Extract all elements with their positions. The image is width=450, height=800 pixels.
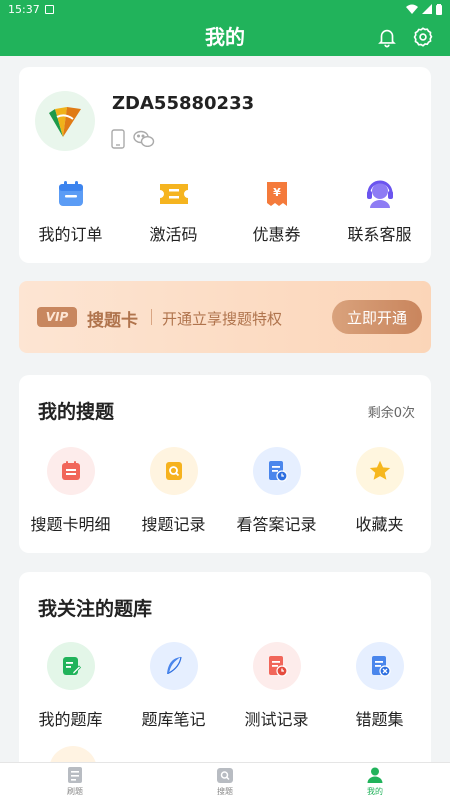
practice-icon xyxy=(68,767,82,783)
search-card-detail-label: 搜题卡明细 xyxy=(30,515,111,534)
vip-description: 开通立享搜题特权 xyxy=(162,310,283,328)
search-record-icon xyxy=(165,462,182,480)
vip-divider xyxy=(151,309,152,325)
app-logo-icon xyxy=(49,107,81,137)
library-notes-button[interactable]: 题库笔记 xyxy=(124,642,224,730)
search-grid: 搜题卡明细 搜题记录 看答案记录 收藏夹 xyxy=(19,447,431,535)
wechat-icon[interactable] xyxy=(133,130,155,148)
wrong-questions-label: 错题集 xyxy=(355,710,404,729)
quick-actions: 我的订单 激活码 ¥ 优惠券 联系客服 xyxy=(19,177,431,245)
open-vip-button[interactable]: 立即开通 xyxy=(332,300,422,334)
my-library-button[interactable]: 我的题库 xyxy=(21,642,121,730)
test-record-button[interactable]: 测试记录 xyxy=(227,642,327,730)
library-grid: 我的题库 题库笔记 测试记录 错题集 xyxy=(19,642,431,730)
activation-code-button[interactable]: 激活码 xyxy=(124,177,224,245)
phone-icon[interactable] xyxy=(111,129,125,149)
my-library-icon xyxy=(62,657,81,675)
svg-text:¥: ¥ xyxy=(273,186,281,199)
my-orders-label: 我的订单 xyxy=(38,225,103,244)
answer-record-button[interactable]: 看答案记录 xyxy=(227,447,327,535)
bell-icon[interactable] xyxy=(376,26,398,48)
ticket-icon xyxy=(159,184,188,204)
search-record-button[interactable]: 搜题记录 xyxy=(124,447,224,535)
status-bar: 15:37 xyxy=(0,0,450,18)
my-library-label: 我的题库 xyxy=(38,710,103,729)
favorites-label: 收藏夹 xyxy=(355,515,404,534)
signal-icon xyxy=(422,4,432,14)
tab-mine[interactable]: 我的 xyxy=(300,763,450,800)
coupon-button[interactable]: ¥ 优惠券 xyxy=(227,177,327,245)
tab-search-label: 搜题 xyxy=(217,787,233,796)
status-time: 15:37 xyxy=(8,2,40,16)
app-bar: 我的 xyxy=(0,18,450,56)
vip-banner[interactable]: VIP 搜题卡 开通立享搜题特权 立即开通 xyxy=(19,281,431,353)
search-record-label: 搜题记录 xyxy=(141,515,206,534)
answer-record-label: 看答案记录 xyxy=(236,515,317,534)
section-title: 我的搜题 xyxy=(38,401,115,423)
search-tab-icon xyxy=(217,768,233,783)
tab-search[interactable]: 搜题 xyxy=(150,763,300,800)
activation-code-label: 激活码 xyxy=(149,225,198,244)
favorites-button[interactable]: 收藏夹 xyxy=(330,447,430,535)
contact-service-button[interactable]: 联系客服 xyxy=(330,177,430,245)
account-bindings xyxy=(111,129,155,149)
wrong-questions-button[interactable]: 错题集 xyxy=(330,642,430,730)
library-notes-label: 题库笔记 xyxy=(141,710,206,729)
gear-icon[interactable] xyxy=(412,26,434,48)
star-icon xyxy=(369,460,390,480)
tab-practice[interactable]: 刷题 xyxy=(0,763,150,800)
battery-icon xyxy=(436,3,442,15)
answer-record-icon xyxy=(268,461,288,482)
contact-service-label: 联系客服 xyxy=(347,225,412,244)
feather-icon xyxy=(166,656,182,674)
search-card-detail-button[interactable]: 搜题卡明细 xyxy=(21,447,121,535)
test-record-icon xyxy=(268,656,288,677)
wifi-icon xyxy=(406,4,418,14)
card-detail-icon xyxy=(61,461,80,480)
coupon-label: 优惠券 xyxy=(252,225,301,244)
tab-mine-label: 我的 xyxy=(367,787,383,796)
headset-icon xyxy=(366,180,393,208)
coupon-icon: ¥ xyxy=(266,182,287,206)
wrong-questions-icon xyxy=(371,656,391,677)
vip-badge: VIP xyxy=(37,307,77,327)
remaining-count: 剩余0次 xyxy=(367,406,415,421)
username: ZDA55880233 xyxy=(112,93,255,114)
my-search-card: 我的搜题 剩余0次 搜题卡明细 搜题记录 看答案记录 收藏夹 xyxy=(19,375,431,553)
notification-icon xyxy=(44,4,54,14)
section-title: 我关注的题库 xyxy=(38,598,153,620)
test-record-label: 测试记录 xyxy=(244,710,309,729)
followed-library-card: 我关注的题库 我的题库 题库笔记 测试记录 错题集 xyxy=(19,572,431,772)
user-icon xyxy=(367,767,383,783)
tab-practice-label: 刷题 xyxy=(67,787,83,796)
calendar-icon xyxy=(58,181,83,206)
bottom-tab-bar: 刷题 搜题 我的 xyxy=(0,762,450,800)
profile-card: ZDA55880233 我的订单 激活码 ¥ 优惠券 联系客服 xyxy=(19,67,431,263)
vip-title: 搜题卡 xyxy=(87,311,138,331)
my-orders-button[interactable]: 我的订单 xyxy=(21,177,121,245)
avatar[interactable] xyxy=(35,91,95,151)
